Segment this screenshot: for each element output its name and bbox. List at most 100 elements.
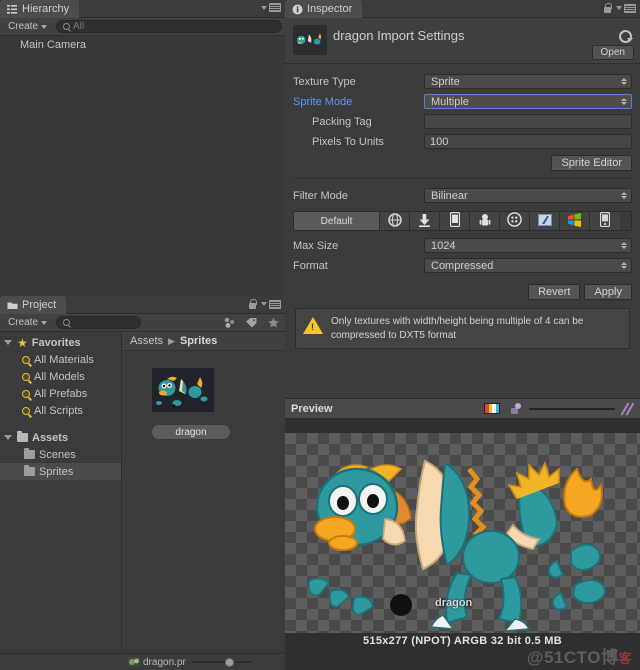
tree-item-all-materials[interactable]: All Materials xyxy=(0,351,121,368)
tree-item-all-scripts[interactable]: All Scripts xyxy=(0,402,121,419)
rgb-channel-icon[interactable] xyxy=(484,403,500,414)
platform-tab-windows-store[interactable] xyxy=(560,212,590,230)
tab-inspector[interactable]: Inspector xyxy=(285,0,363,18)
packing-tag-input[interactable] xyxy=(424,114,632,129)
hierarchy-menu-icon[interactable] xyxy=(261,3,281,12)
preview-mip-slider[interactable] xyxy=(529,403,615,414)
max-size-dropdown[interactable]: 1024 xyxy=(424,238,632,253)
alpha-icon[interactable] xyxy=(621,403,634,414)
mipmap-icon[interactable] xyxy=(510,402,523,415)
platform-tab-android[interactable] xyxy=(470,212,500,230)
chevron-down-icon xyxy=(4,435,12,440)
tree-item-all-models[interactable]: All Models xyxy=(0,368,121,385)
hierarchy-icon xyxy=(7,4,18,15)
breadcrumb-root[interactable]: Assets xyxy=(130,335,163,347)
format-dropdown[interactable]: Compressed xyxy=(424,258,632,273)
search-icon xyxy=(22,406,30,415)
asset-icon xyxy=(293,25,327,55)
windows-store-icon xyxy=(567,212,582,230)
field-sprite-mode: Sprite Mode Multiple xyxy=(293,92,632,111)
platform-tab-default[interactable]: Default xyxy=(294,212,380,230)
dropdown-value: 1024 xyxy=(431,239,456,252)
tab-project-label: Project xyxy=(22,299,57,311)
field-format: Format Compressed xyxy=(293,256,632,275)
project-menu-icon[interactable] xyxy=(261,299,281,309)
field-label: Format xyxy=(293,259,328,272)
flash-icon xyxy=(537,213,552,229)
chevron-updown-icon xyxy=(621,192,627,199)
pixels-to-units-input[interactable]: 100 xyxy=(424,134,632,149)
inspector-body: Texture Type Sprite Sprite Mode Multiple xyxy=(285,64,640,349)
hierarchy-panel: Hierarchy Create All Main Camera xyxy=(0,0,285,296)
hierarchy-search-input[interactable]: All xyxy=(56,20,282,33)
inspector-header: dragon Import Settings Open xyxy=(285,18,640,64)
tab-hierarchy[interactable]: Hierarchy xyxy=(0,0,80,18)
project-create-button[interactable]: Create xyxy=(3,315,52,330)
platform-tab-label: Default xyxy=(320,215,353,227)
chevron-updown-icon xyxy=(621,262,627,269)
inspector-menu-icon[interactable] xyxy=(616,3,636,13)
platform-tab-ios[interactable] xyxy=(440,212,470,230)
slider-knob[interactable] xyxy=(224,658,234,667)
texture-type-dropdown[interactable]: Sprite xyxy=(424,74,632,89)
platform-tab-blackberry[interactable] xyxy=(500,212,530,230)
hierarchy-create-button[interactable]: Create xyxy=(3,19,52,34)
asset-item-dragon[interactable]: dragon xyxy=(152,368,230,439)
tree-item-sprites[interactable]: Sprites xyxy=(0,463,121,480)
project-search-input[interactable] xyxy=(56,316,142,329)
dropdown-value: Sprite xyxy=(431,75,460,88)
platform-tab-web[interactable] xyxy=(380,212,410,230)
unity-editor-window: Hierarchy Create All Main Camera Project… xyxy=(0,0,640,670)
field-label: Max Size xyxy=(293,239,339,252)
hierarchy-create-label: Create xyxy=(8,21,39,32)
favorite-star-icon[interactable] xyxy=(264,317,282,329)
info-icon xyxy=(292,4,303,15)
field-filter-mode: Filter Mode Bilinear xyxy=(293,186,632,205)
sprite-editor-button[interactable]: Sprite Editor xyxy=(551,155,632,171)
inspector-tab-controls xyxy=(603,3,636,13)
hierarchy-search-placeholder: All xyxy=(73,21,85,32)
platform-tab-windows-phone[interactable] xyxy=(590,212,620,230)
revert-button[interactable]: Revert xyxy=(528,284,581,300)
pivot-dot xyxy=(390,594,412,616)
project-tab-controls xyxy=(248,299,281,309)
sprite-mode-dropdown[interactable]: Multiple xyxy=(424,94,632,109)
gear-icon[interactable] xyxy=(617,28,633,43)
label-filter-icon[interactable] xyxy=(242,317,260,329)
tree-favorites-label: Favorites xyxy=(31,336,81,349)
lock-icon[interactable] xyxy=(248,299,257,309)
folder-icon xyxy=(24,448,35,459)
preview-panel: dragon 515x277 (NPOT) ARGB 32 bit 0.5 MB… xyxy=(285,419,640,670)
field-label: Texture Type xyxy=(293,75,356,88)
search-icon xyxy=(22,355,30,364)
tree-item-label: Scenes xyxy=(39,448,76,461)
lock-icon[interactable] xyxy=(603,3,612,13)
chevron-down-icon xyxy=(41,24,48,29)
folder-icon xyxy=(7,300,18,311)
filter-mode-dropdown[interactable]: Bilinear xyxy=(424,188,632,203)
chevron-updown-icon xyxy=(621,242,627,249)
tree-item-all-prefabs[interactable]: All Prefabs xyxy=(0,385,121,402)
dropdown-value: Bilinear xyxy=(431,189,468,202)
field-packing-tag: Packing Tag xyxy=(293,112,632,131)
asset-label: dragon xyxy=(152,425,230,439)
tree-assets[interactable]: Assets xyxy=(0,429,121,446)
open-button[interactable]: Open xyxy=(591,45,634,60)
tree-favorites[interactable]: ★ Favorites xyxy=(0,334,121,351)
platform-tab-flash[interactable] xyxy=(530,212,560,230)
hierarchy-item-main-camera[interactable]: Main Camera xyxy=(0,36,285,53)
project-zoom-slider[interactable] xyxy=(191,656,252,668)
platform-tab-standalone[interactable] xyxy=(410,212,440,230)
dragon-mini-icon xyxy=(128,657,140,667)
project-tree: ★ Favorites All Materials All Models All… xyxy=(0,332,122,650)
chevron-down-icon xyxy=(41,320,48,325)
folder-icon xyxy=(17,431,28,442)
apply-button[interactable]: Apply xyxy=(584,284,632,300)
tree-item-scenes[interactable]: Scenes xyxy=(0,446,121,463)
tab-project[interactable]: Project xyxy=(0,296,67,314)
type-filter-icon[interactable] xyxy=(220,317,238,329)
tab-hierarchy-label: Hierarchy xyxy=(22,3,70,15)
dragon-sprite-thumb xyxy=(152,368,214,412)
search-icon xyxy=(63,319,71,326)
hierarchy-list: Main Camera xyxy=(0,36,285,53)
